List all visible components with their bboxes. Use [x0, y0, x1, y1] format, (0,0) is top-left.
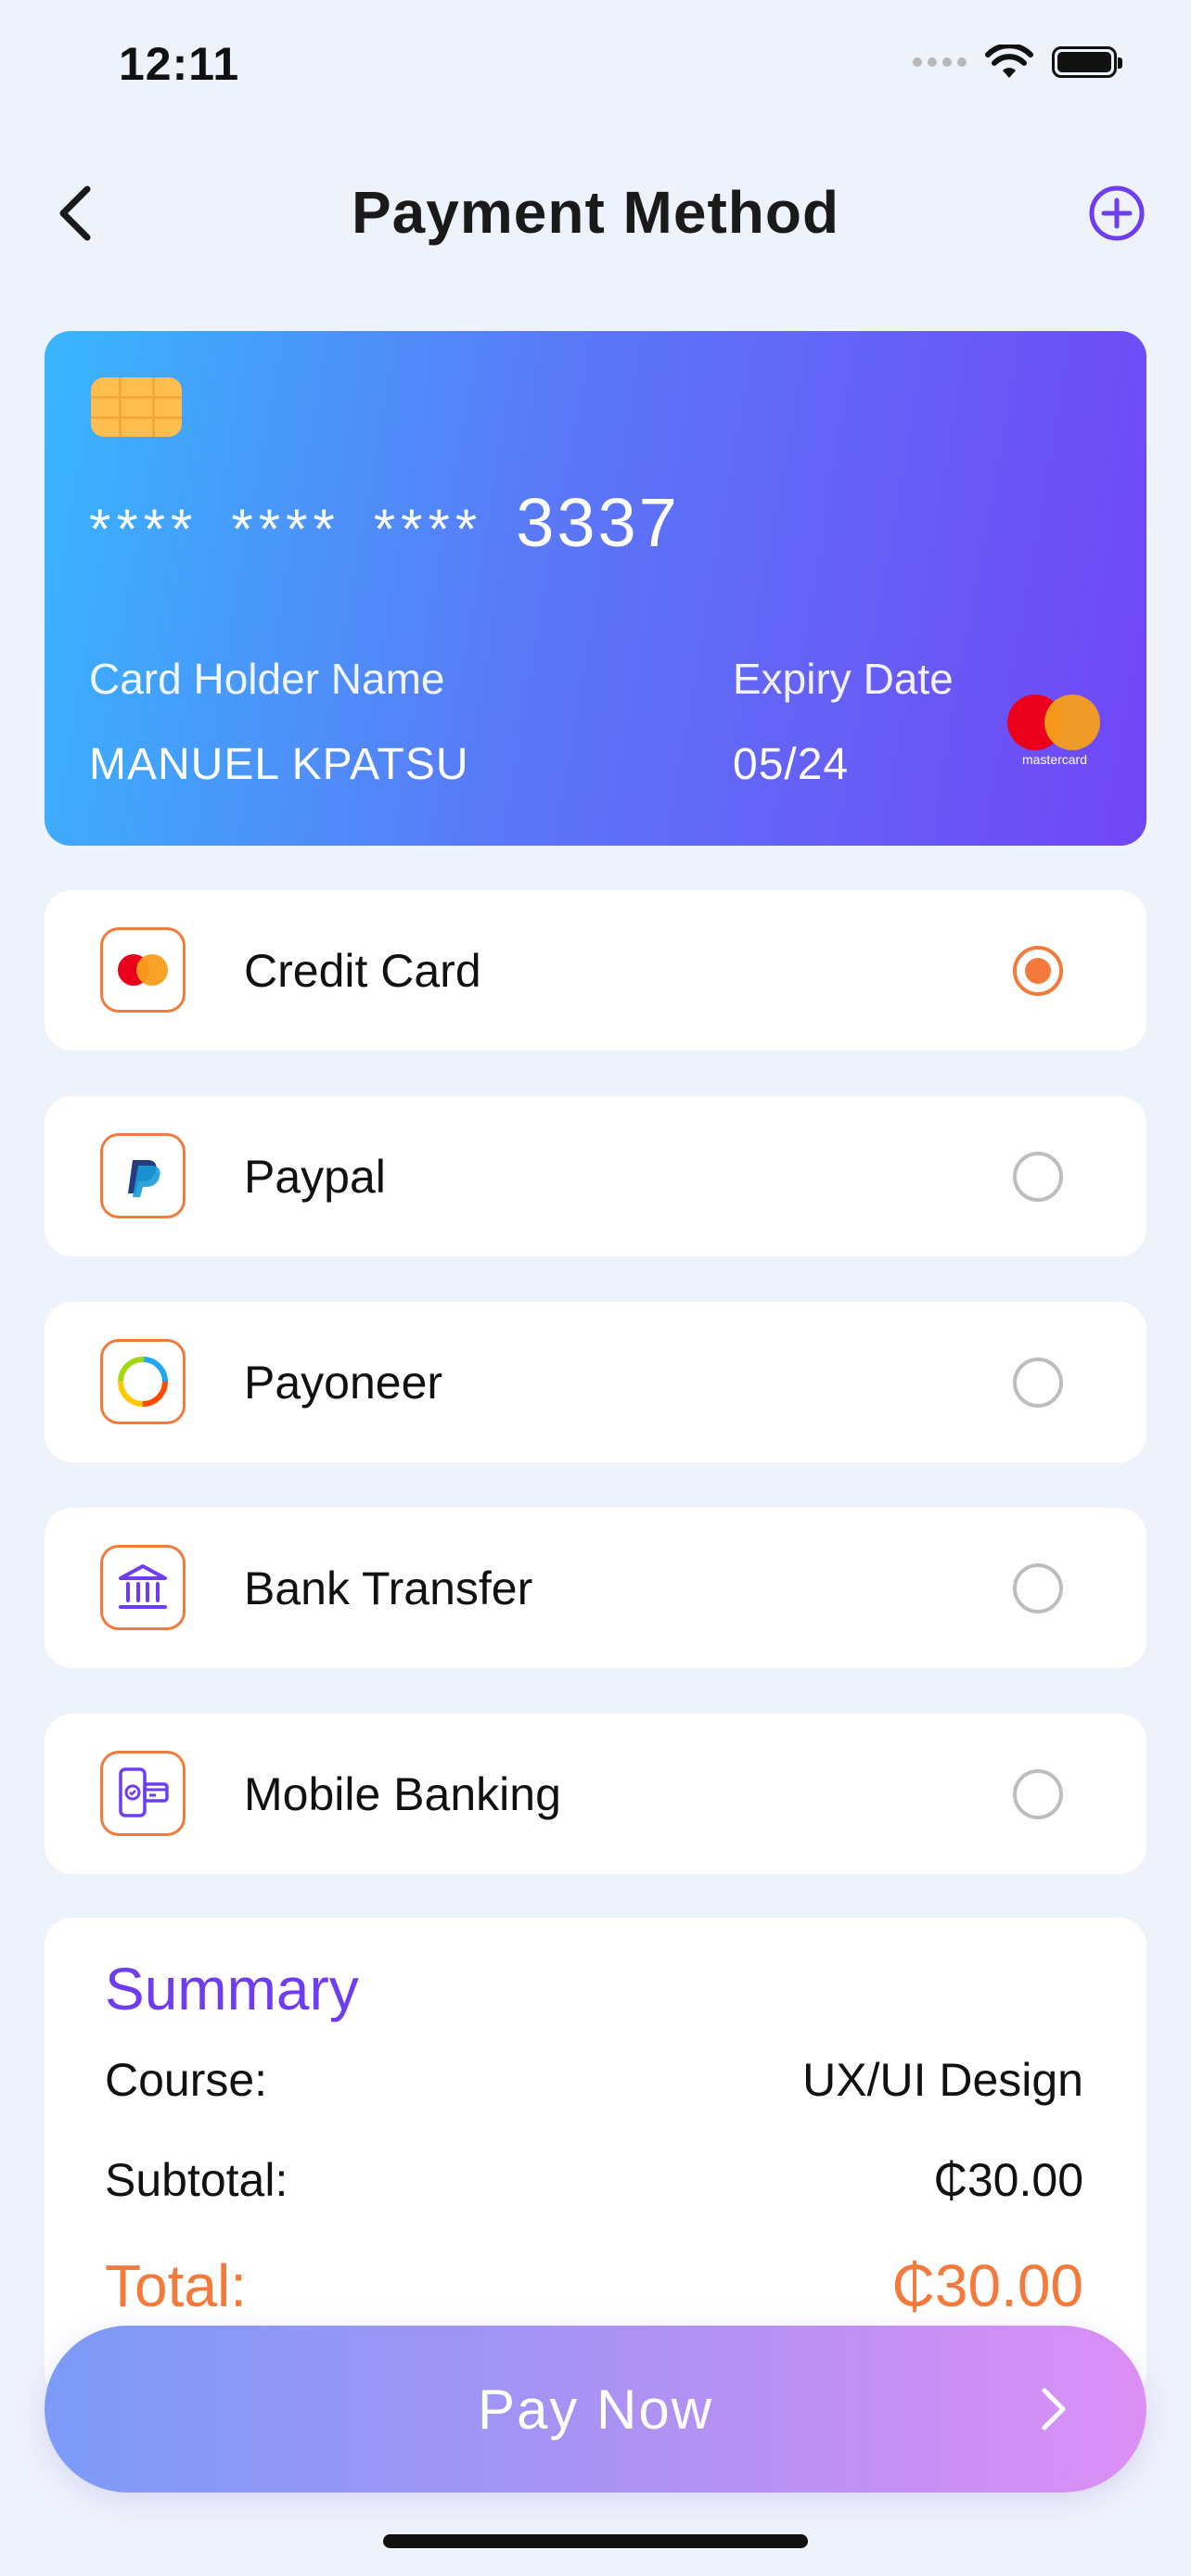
bank-icon [100, 1545, 186, 1630]
mastercard-logo-icon: mastercard [1007, 695, 1102, 769]
paypal-icon [100, 1133, 186, 1218]
card-holder-label: Card Holder Name [89, 655, 445, 703]
course-label: Course: [105, 2054, 268, 2106]
wifi-icon [985, 45, 1033, 78]
payment-method-payoneer[interactable]: Payoneer [45, 1302, 1146, 1462]
home-indicator [383, 2534, 808, 2548]
chevron-right-icon [1042, 2388, 1066, 2430]
mobile-banking-icon [100, 1751, 186, 1836]
summary-course-row: Course: UX/UI Design [105, 2053, 1083, 2107]
total-label: Total: [105, 2252, 247, 2319]
radio-unselected[interactable] [1013, 1769, 1063, 1819]
status-icons [913, 45, 1122, 80]
total-value: ₵30.00 [891, 2252, 1083, 2319]
page-title: Payment Method [351, 179, 840, 246]
radio-unselected[interactable] [1013, 1152, 1063, 1202]
pay-now-button[interactable]: Pay Now [45, 2326, 1146, 2493]
payment-method-bank-transfer[interactable]: Bank Transfer [45, 1508, 1146, 1668]
radio-unselected[interactable] [1013, 1563, 1063, 1613]
card-number-last4: 3337 [516, 484, 680, 561]
mastercard-icon [100, 927, 186, 1013]
card-number-mask: **** [89, 498, 198, 560]
cellular-signal-icon [913, 57, 967, 67]
card-expiry-label: Expiry Date [733, 655, 954, 703]
radio-selected[interactable] [1013, 946, 1063, 996]
header: Payment Method [0, 158, 1191, 269]
card-number-mask: **** [373, 498, 483, 560]
radio-unselected[interactable] [1013, 1358, 1063, 1408]
payment-method-list: Credit Card Paypal Payoneer Bank Transfe… [45, 890, 1146, 1919]
add-payment-method-button[interactable] [1080, 176, 1154, 250]
payment-method-label: Payoneer [244, 1356, 443, 1409]
card-expiry-value: 05/24 [733, 740, 850, 789]
payment-method-label: Mobile Banking [244, 1767, 561, 1820]
course-value: UX/UI Design [802, 2054, 1083, 2106]
summary-title: Summary [105, 1956, 359, 2022]
credit-card-preview: **** **** **** 3337 Card Holder Name MAN… [45, 331, 1146, 846]
card-number: **** **** **** 3337 [89, 489, 680, 557]
battery-icon [1052, 46, 1122, 78]
status-time: 12:11 [119, 38, 240, 90]
summary-subtotal-row: Subtotal: ₵30.00 [105, 2153, 1083, 2207]
subtotal-label: Subtotal: [105, 2154, 288, 2206]
status-bar: 12:11 [0, 0, 1191, 130]
card-holder-name: MANUEL KPATSU [89, 740, 469, 789]
card-number-mask: **** [231, 498, 340, 560]
payment-method-label: Bank Transfer [244, 1562, 533, 1614]
payment-method-mobile-banking[interactable]: Mobile Banking [45, 1714, 1146, 1874]
payment-method-paypal[interactable]: Paypal [45, 1096, 1146, 1256]
payment-method-label: Credit Card [244, 944, 481, 997]
summary-total-row: Total: ₵30.00 [105, 2251, 1083, 2320]
payoneer-icon [100, 1339, 186, 1424]
subtotal-value: ₵30.00 [933, 2154, 1083, 2206]
plus-circle-icon [1089, 185, 1145, 241]
pay-now-label: Pay Now [477, 2378, 714, 2441]
payment-method-label: Paypal [244, 1150, 386, 1203]
card-chip-icon [91, 377, 182, 437]
payment-method-credit-card[interactable]: Credit Card [45, 890, 1146, 1051]
